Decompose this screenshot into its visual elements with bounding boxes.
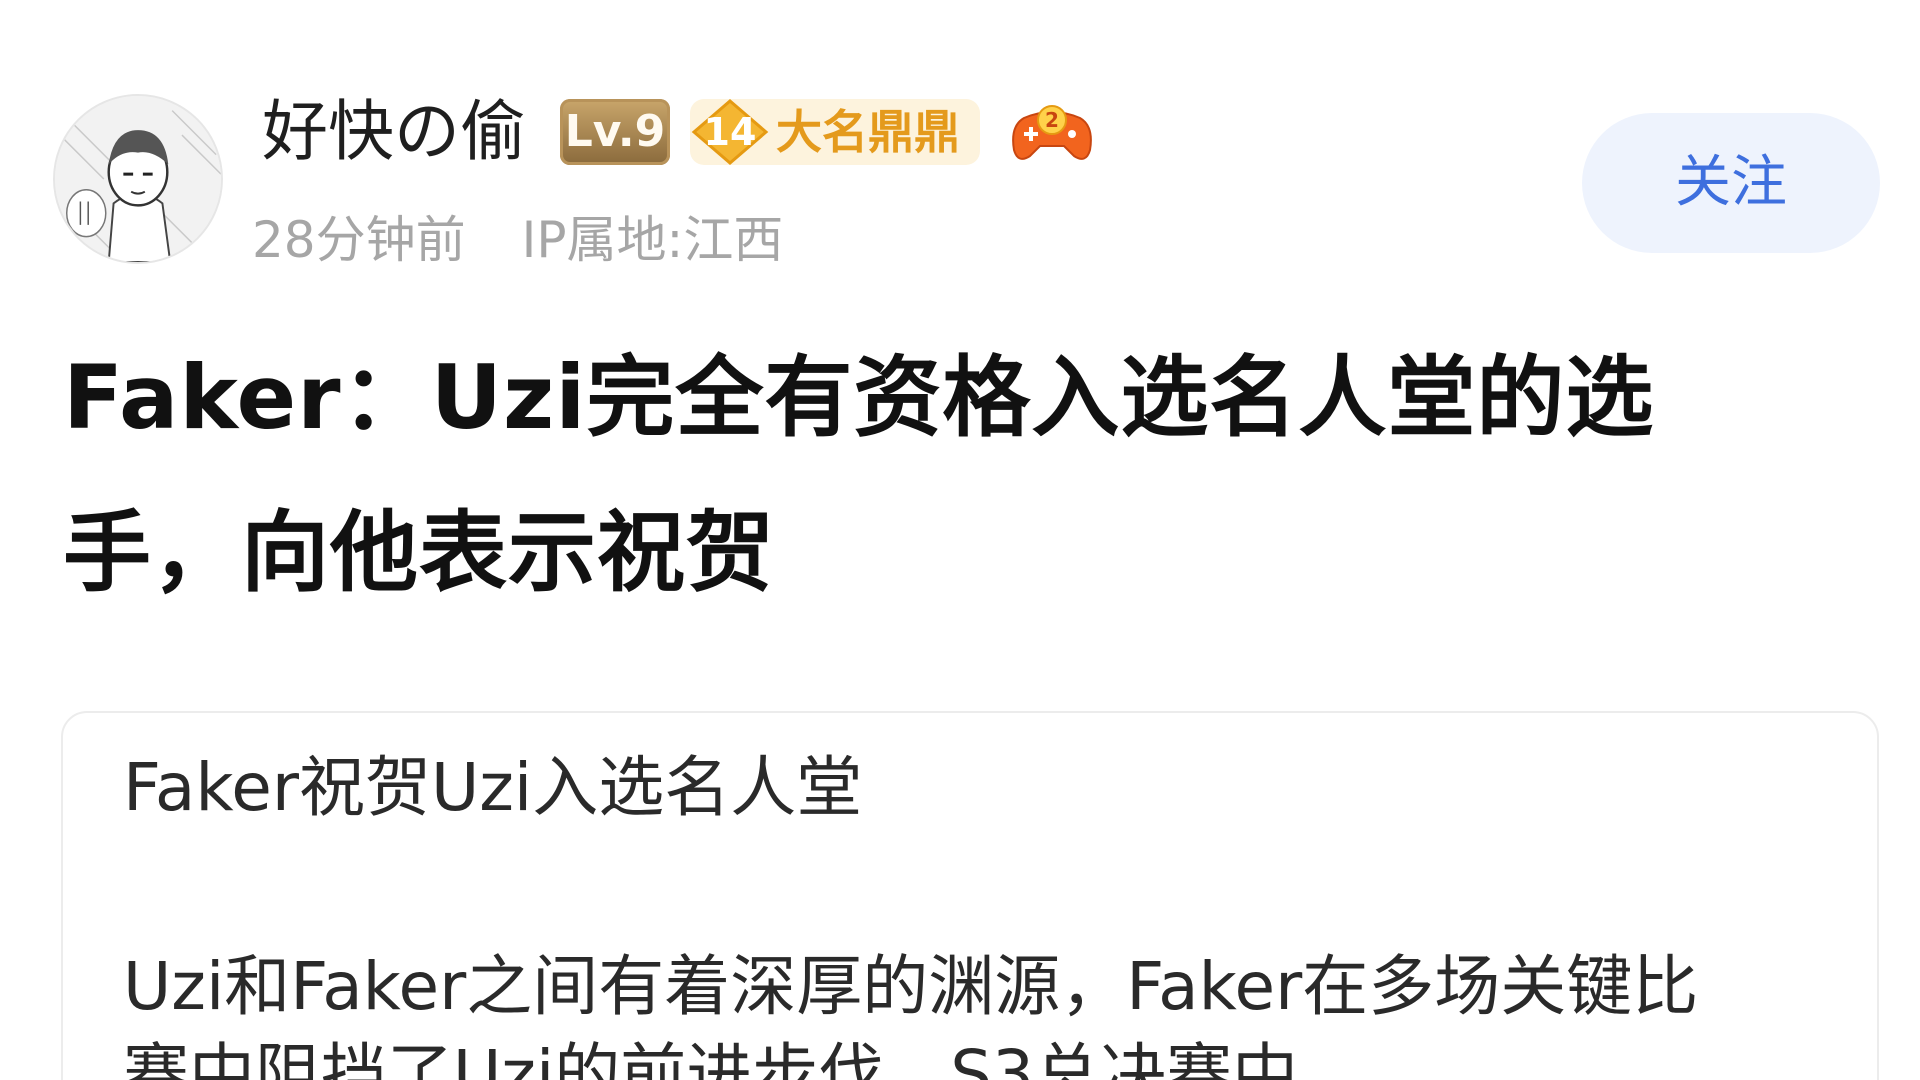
fan-badge[interactable]: 14 大名鼎鼎 — [690, 99, 980, 165]
gamepad-icon[interactable]: 2 — [1010, 96, 1094, 168]
manga-avatar-icon — [55, 96, 221, 262]
author-name[interactable]: 好快の偷 — [262, 90, 526, 174]
quoted-article-card[interactable]: Faker祝贺Uzi入选名人堂 Uzi和Faker之间有着深厚的渊源，Faker… — [61, 711, 1879, 1080]
avatar[interactable] — [53, 94, 223, 264]
card-body: Uzi和Faker之间有着深厚的渊源，Faker在多场关键比赛中阻挡了Uzi的前… — [123, 948, 1699, 1080]
post-meta: 28分钟前 IP属地:江西 — [252, 208, 783, 272]
card-title: Faker祝贺Uzi入选名人堂 — [123, 749, 863, 826]
post-title: Faker：Uzi完全有资格入选名人堂的选手，向他表示祝贺 — [63, 346, 1655, 604]
post-page: 好快の偷 Lv.9 14 大名鼎鼎 2 28分钟前 IP属地:江西 关注 Fake… — [0, 0, 1920, 1080]
fan-badge-title: 大名鼎鼎 — [776, 105, 960, 159]
game-badge-number: 2 — [1045, 108, 1059, 132]
fan-badge-level: 14 — [703, 110, 757, 154]
ip-location: IP属地:江西 — [521, 211, 784, 269]
level-badge: Lv.9 — [560, 99, 670, 165]
follow-button[interactable]: 关注 — [1582, 113, 1880, 253]
post-time: 28分钟前 — [252, 211, 466, 269]
